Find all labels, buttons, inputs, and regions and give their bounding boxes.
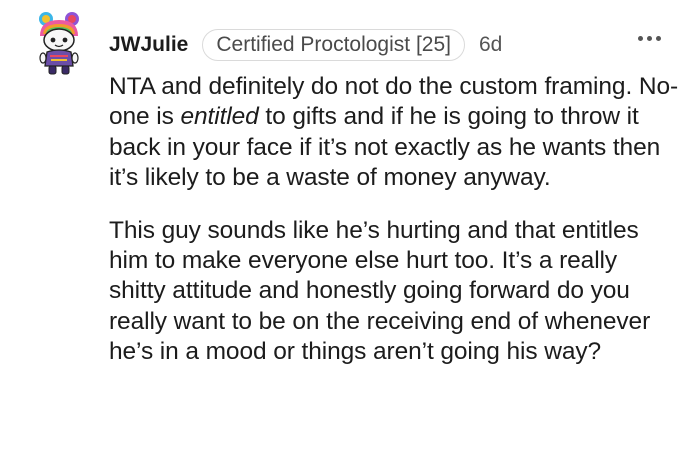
comment-header: JWJulie Certified Proctologist [25] 6d <box>109 28 502 62</box>
dot <box>638 36 643 41</box>
dot <box>647 36 652 41</box>
comment-body: NTA and definitely do not do the custom … <box>109 72 679 368</box>
p1-emphasis: entitled <box>180 103 259 131</box>
comment-age[interactable]: 6d <box>479 33 502 57</box>
username-link[interactable]: JWJulie <box>109 33 188 57</box>
snoo-avatar-icon[interactable] <box>34 10 84 76</box>
more-options-icon[interactable] <box>638 36 661 41</box>
user-flair: Certified Proctologist [25] <box>202 29 465 61</box>
dot <box>656 36 661 41</box>
comment-paragraph-2: This guy sounds like he’s hurting and th… <box>109 216 651 366</box>
comment-paragraph-1: NTA and definitely do not do the custom … <box>109 72 679 194</box>
comment: JWJulie Certified Proctologist [25] 6d N… <box>0 0 700 469</box>
